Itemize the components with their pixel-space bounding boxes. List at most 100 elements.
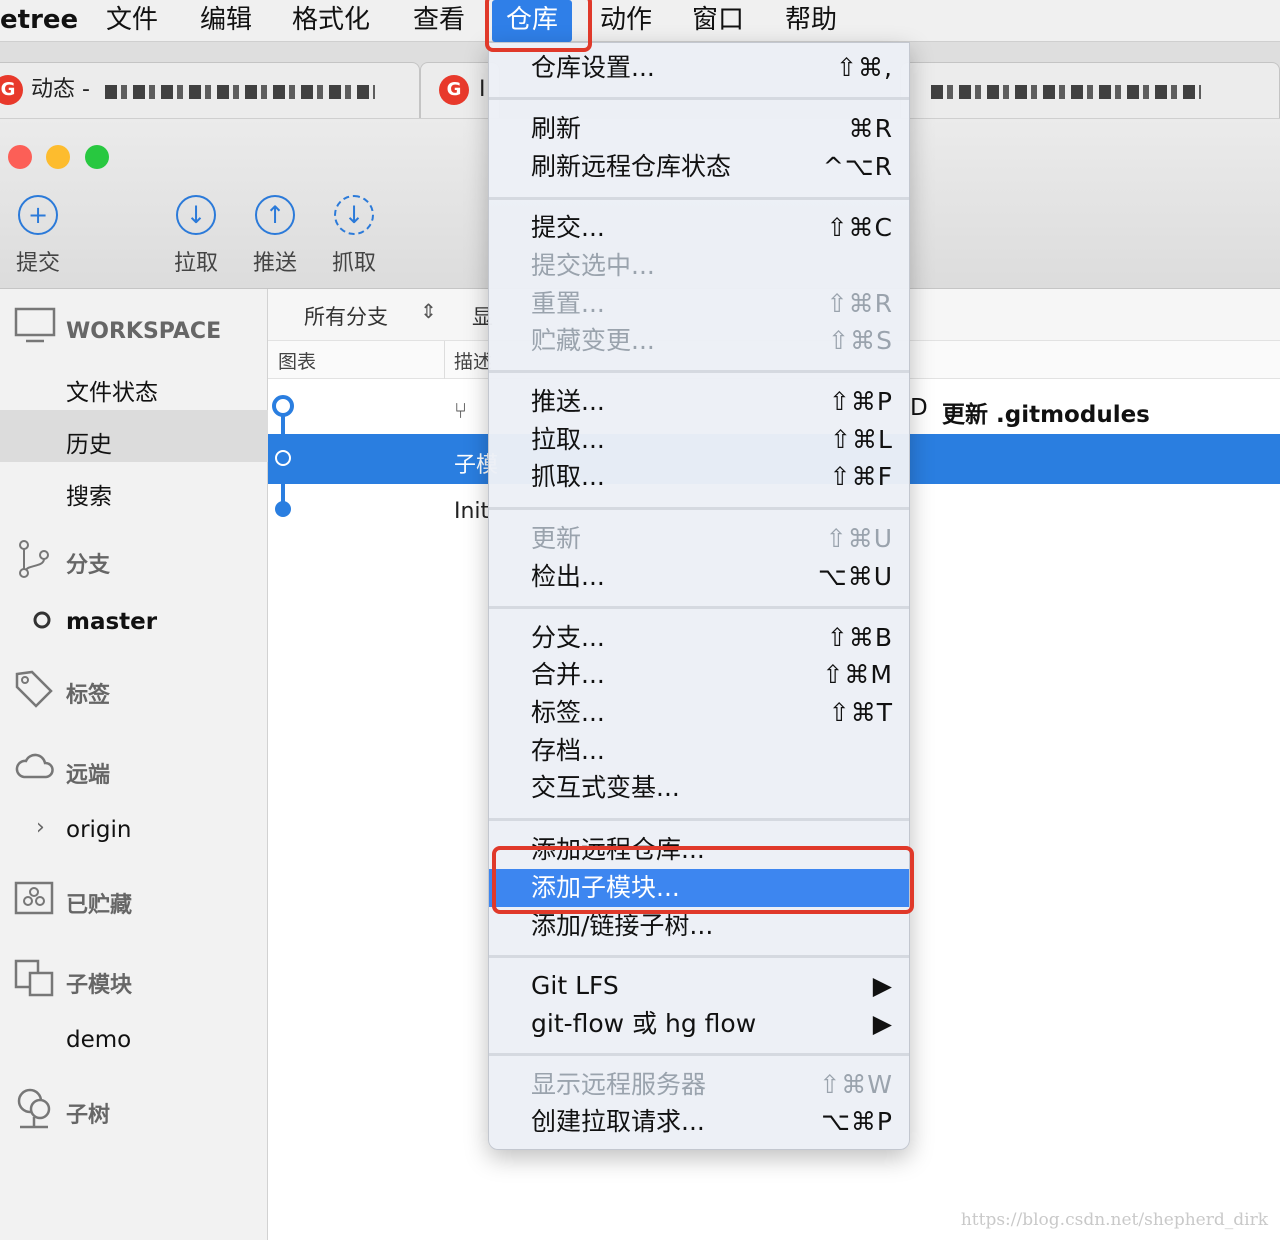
commit-1-message[interactable]: 更新 .gitmodules (942, 395, 1150, 429)
menu-item-label: 创建拉取请求... (531, 1107, 705, 1136)
minimize-window-button[interactable] (46, 145, 70, 169)
app-menu[interactable]: etree (0, 0, 78, 42)
menu-separator (489, 370, 909, 373)
menu-item-shortcut: ⇧⌘B (826, 623, 893, 652)
tag-icon (14, 669, 54, 716)
menu-item-add-submodule[interactable]: 添加子模块... (489, 869, 909, 907)
menu-item-tag[interactable]: 标签... ⇧⌘T (489, 694, 909, 732)
menu-item-label: 抓取... (531, 462, 605, 491)
menu-item-label: 提交选中... (531, 251, 655, 280)
menu-item-shortcut: ⇧⌘S (828, 326, 893, 355)
plus-icon: + (18, 195, 58, 235)
menu-edit[interactable]: 编辑 (200, 0, 252, 42)
menu-item-interactive-rebase[interactable]: 交互式变基... (489, 769, 909, 807)
description-column-header[interactable]: 描述 (454, 347, 492, 374)
commit-button[interactable]: + 提交 (8, 195, 68, 277)
cloud-icon (14, 751, 54, 788)
submodules-header[interactable]: 子模块 (66, 967, 132, 999)
menu-item-commit[interactable]: 提交... ⇧⌘C (489, 209, 909, 247)
pull-button[interactable]: ↓ 拉取 (166, 195, 226, 277)
fetch-label: 抓取 (331, 251, 376, 276)
sidebar-item-search[interactable]: 搜索 (66, 477, 112, 511)
chevron-right-icon[interactable]: › (36, 815, 45, 840)
menu-item-repo-settings[interactable]: 仓库设置... ⇧⌘, (489, 49, 909, 87)
menu-item-refresh[interactable]: 刷新 ⌘R (489, 110, 909, 148)
menu-item-label: 检出... (531, 562, 605, 591)
menu-item-label: 拉取... (531, 425, 605, 454)
menu-item-shortcut: ⇧⌘M (822, 660, 893, 689)
menu-view[interactable]: 查看 (413, 0, 465, 42)
tags-header[interactable]: 标签 (66, 677, 110, 709)
menu-item-archive[interactable]: 存档... (489, 732, 909, 770)
workspace-header: WORKSPACE (66, 319, 222, 344)
repository-menu: 仓库设置... ⇧⌘, 刷新 ⌘R 刷新远程仓库状态 ^⌥R 提交... ⇧⌘C 提交选… (488, 42, 910, 1150)
redacted-text (931, 85, 1201, 99)
subtrees-header[interactable]: 子树 (66, 1097, 110, 1129)
menu-item-git-flow[interactable]: git-flow 或 hg flow ▶ (489, 1005, 909, 1043)
menu-item-label: 重置... (531, 289, 605, 318)
menu-item-create-pull-request[interactable]: 创建拉取请求... ⌥⌘P (489, 1103, 909, 1141)
sidebar-item-master[interactable]: master (66, 609, 157, 635)
menu-separator (489, 97, 909, 100)
browser-tab-3[interactable] (900, 62, 1280, 118)
menu-item-fetch[interactable]: 抓取... ⇧⌘F (489, 458, 909, 496)
menu-item-push[interactable]: 推送... ⇧⌘P (489, 383, 909, 421)
menu-item-checkout[interactable]: 检出... ⌥⌘U (489, 558, 909, 596)
stash-icon (14, 881, 54, 922)
menu-item-label: 显示远程服务器 (531, 1070, 707, 1099)
remotes-header[interactable]: 远端 (66, 757, 110, 789)
menu-item-label: 标签... (531, 698, 605, 727)
menu-separator (489, 1053, 909, 1056)
fetch-button[interactable]: ↓ 抓取 (324, 195, 384, 277)
menu-window[interactable]: 窗口 (692, 0, 744, 42)
menu-item-stash: 贮藏变更... ⇧⌘S (489, 322, 909, 360)
menu-actions[interactable]: 动作 (600, 0, 652, 42)
sidebar-item-demo[interactable]: demo (66, 1027, 131, 1053)
menu-separator (489, 606, 909, 609)
menu-item-merge[interactable]: 合并... ⇧⌘M (489, 656, 909, 694)
commit-graph (272, 395, 294, 517)
menu-item-update: 更新 ⇧⌘U (489, 520, 909, 558)
menu-item-commit-selected: 提交选中... (489, 247, 909, 285)
menu-repository[interactable]: 仓库 (492, 0, 573, 42)
stashes-header[interactable]: 已贮藏 (66, 887, 132, 919)
browser-tab-1[interactable]: G 动态 - (0, 62, 420, 118)
menu-bar: etree 文件 编辑 格式化 查看 仓库 动作 窗口 帮助 (0, 0, 1280, 42)
sidebar-item-file-status[interactable]: 文件状态 (66, 373, 158, 407)
branch-icon (16, 537, 52, 588)
menu-item-label: 交互式变基... (531, 773, 680, 802)
menu-item-shortcut: ⇧⌘L (830, 425, 893, 454)
submenu-arrow-icon: ▶ (872, 971, 893, 1000)
sidebar-item-origin[interactable]: origin (66, 817, 132, 843)
arrow-down-icon: ↓ (176, 195, 216, 235)
menu-item-add-remote[interactable]: 添加远程仓库... (489, 831, 909, 869)
current-branch-icon (32, 607, 52, 637)
menu-item-reset: 重置... ⇧⌘R (489, 285, 909, 323)
menu-item-pull[interactable]: 拉取... ⇧⌘L (489, 421, 909, 459)
commit-3-message[interactable]: Init (454, 499, 489, 524)
select-arrows-icon: ⇕ (420, 299, 437, 323)
pull-label: 拉取 (173, 251, 218, 276)
menu-format[interactable]: 格式化 (292, 0, 370, 42)
branches-header[interactable]: 分支 (66, 547, 110, 579)
menu-item-refresh-remote[interactable]: 刷新远程仓库状态 ^⌥R (489, 148, 909, 186)
menu-item-label: 合并... (531, 660, 605, 689)
menu-item-label: 刷新 (531, 114, 582, 143)
branch-filter-select[interactable]: 所有分支 (304, 301, 388, 331)
graph-column-header[interactable]: 图表 (278, 347, 316, 374)
menu-item-git-lfs[interactable]: Git LFS ▶ (489, 967, 909, 1005)
menu-item-label: 分支... (531, 623, 605, 652)
submenu-arrow-icon: ▶ (872, 1009, 893, 1038)
site-favicon-icon: G (0, 75, 23, 105)
menu-file[interactable]: 文件 (106, 0, 158, 42)
menu-item-label: 添加/链接子树... (531, 911, 714, 940)
close-window-button[interactable] (8, 145, 32, 169)
menu-help[interactable]: 帮助 (785, 0, 837, 42)
sidebar-item-history[interactable]: 历史 (66, 425, 112, 459)
push-label: 推送 (252, 251, 297, 276)
menu-item-branch[interactable]: 分支... ⇧⌘B (489, 619, 909, 657)
menu-item-add-subtree[interactable]: 添加/链接子树... (489, 907, 909, 945)
push-button[interactable]: ↑ 推送 (245, 195, 305, 277)
subtree-icon (14, 1087, 54, 1136)
zoom-window-button[interactable] (85, 145, 109, 169)
